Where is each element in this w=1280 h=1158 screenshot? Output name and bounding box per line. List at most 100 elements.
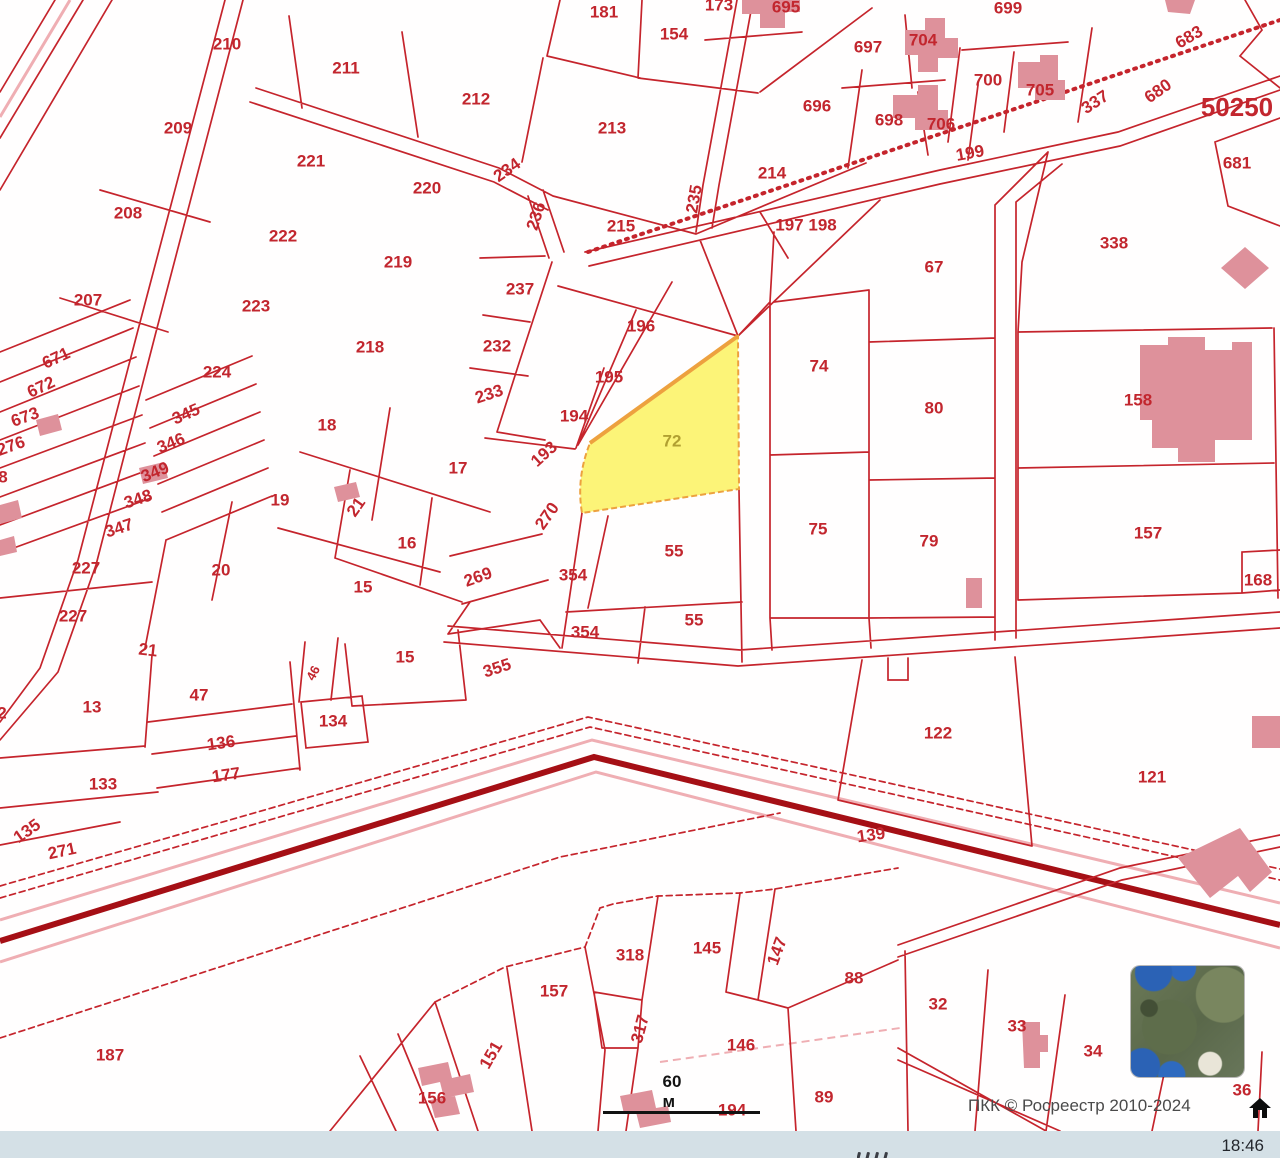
- parcel-label-46[interactable]: 46: [303, 663, 323, 683]
- parcel-label-89[interactable]: 89: [815, 1089, 834, 1106]
- parcel-label-347[interactable]: 347: [103, 515, 136, 542]
- parcel-label-211[interactable]: 211: [332, 60, 359, 77]
- parcel-label-705[interactable]: 705: [1026, 82, 1054, 99]
- parcel-label-697[interactable]: 697: [854, 39, 882, 56]
- parcel-label-345[interactable]: 345: [169, 400, 203, 429]
- parcel-label-672[interactable]: 672: [24, 372, 58, 401]
- parcel-label-209[interactable]: 209: [164, 120, 192, 137]
- parcel-label-145[interactable]: 145: [693, 940, 721, 957]
- parcel-label-21[interactable]: 21: [138, 640, 159, 661]
- parcel-label-13[interactable]: 13: [83, 699, 102, 716]
- parcel-label-269[interactable]: 269: [461, 563, 494, 591]
- parcel-label-195[interactable]: 195: [595, 369, 623, 386]
- parcel-label-16[interactable]: 16: [398, 535, 417, 552]
- parcel-label-80[interactable]: 80: [925, 400, 944, 417]
- parcel-label-21[interactable]: 21: [343, 494, 369, 520]
- parcel-label-355[interactable]: 355: [481, 655, 514, 682]
- parcel-label-276[interactable]: 276: [0, 432, 28, 460]
- parcel-label-208[interactable]: 208: [114, 205, 142, 222]
- parcel-label-15[interactable]: 15: [396, 649, 415, 666]
- parcel-label-318[interactable]: 318: [616, 947, 644, 964]
- parcel-label-227[interactable]: 227: [59, 608, 87, 625]
- parcel-label-220[interactable]: 220: [413, 180, 441, 197]
- parcel-label-196[interactable]: 196: [627, 318, 655, 335]
- parcel-label-135[interactable]: 135: [10, 815, 44, 847]
- parcel-label-136[interactable]: 136: [206, 732, 237, 755]
- parcel-label-704[interactable]: 704: [909, 32, 937, 49]
- parcel-label-55[interactable]: 55: [685, 612, 704, 629]
- parcel-label-20[interactable]: 20: [212, 562, 231, 579]
- parcel-label-47[interactable]: 47: [190, 687, 209, 704]
- parcel-label-213[interactable]: 213: [598, 120, 626, 137]
- parcel-label-134[interactable]: 134: [319, 713, 347, 730]
- parcel-label-15[interactable]: 15: [354, 579, 373, 596]
- parcel-label-696[interactable]: 696: [803, 98, 831, 115]
- parcel-label-215[interactable]: 215: [607, 218, 635, 235]
- parcel-label-50250[interactable]: 50250: [1201, 94, 1273, 120]
- parcel-label-673[interactable]: 673: [8, 403, 41, 431]
- parcel-label-218[interactable]: 218: [356, 339, 384, 356]
- parcel-label-173[interactable]: 173: [705, 0, 733, 14]
- parcel-label-236[interactable]: 236: [523, 200, 550, 233]
- parcel-label-18[interactable]: 18: [318, 417, 337, 434]
- parcel-label-151[interactable]: 151: [476, 1038, 507, 1072]
- parcel-label-680[interactable]: 680: [1141, 75, 1175, 107]
- parcel-label-158[interactable]: 158: [1124, 392, 1152, 409]
- parcel-label-17[interactable]: 17: [449, 460, 468, 477]
- parcel-label-154[interactable]: 154: [660, 26, 688, 43]
- parcel-label-700[interactable]: 700: [974, 72, 1002, 89]
- parcel-label-223[interactable]: 223: [242, 298, 270, 315]
- parcel-label-8[interactable]: 8: [0, 469, 8, 486]
- parcel-label-348[interactable]: 348: [122, 486, 155, 513]
- cadastral-map[interactable]: 210 211 212 213 209 208 207 224 221 220 222 219 223 2…: [0, 0, 1280, 1158]
- parcel-label-683[interactable]: 683: [1172, 22, 1206, 53]
- parcel-label-237[interactable]: 237: [506, 281, 534, 298]
- parcel-label-207[interactable]: 207: [74, 292, 102, 309]
- parcel-label-2[interactable]: 2: [0, 705, 7, 722]
- parcel-label-227[interactable]: 227: [72, 560, 100, 577]
- parcel-label-146[interactable]: 146: [727, 1037, 755, 1054]
- parcel-label-79[interactable]: 79: [920, 533, 939, 550]
- parcel-label-121[interactable]: 121: [1138, 769, 1166, 786]
- parcel-label-338[interactable]: 338: [1100, 235, 1128, 252]
- parcel-label-210[interactable]: 210: [213, 36, 241, 53]
- parcel-label-212[interactable]: 212: [462, 91, 490, 108]
- parcel-label-706[interactable]: 706: [927, 116, 955, 133]
- parcel-label-72[interactable]: 72: [663, 433, 682, 450]
- parcel-label-354[interactable]: 354: [571, 624, 599, 641]
- parcel-label-671[interactable]: 671: [39, 343, 73, 372]
- parcel-label-67[interactable]: 67: [925, 259, 944, 276]
- parcel-label-233[interactable]: 233: [473, 381, 506, 408]
- parcel-label-695[interactable]: 695: [772, 0, 800, 16]
- parcel-label-197-198[interactable]: 197 198: [775, 217, 836, 234]
- parcel-label-222[interactable]: 222: [269, 228, 297, 245]
- parcel-label-19[interactable]: 19: [271, 492, 290, 509]
- parcel-label-156[interactable]: 156: [418, 1090, 446, 1107]
- parcel-label-193[interactable]: 193: [527, 437, 561, 470]
- parcel-label-219[interactable]: 219: [384, 254, 412, 271]
- parcel-label-168[interactable]: 168: [1244, 572, 1272, 589]
- parcel-label-194[interactable]: 194: [560, 408, 588, 425]
- parcel-label-270[interactable]: 270: [531, 499, 563, 533]
- parcel-label-337[interactable]: 337: [1078, 86, 1112, 117]
- parcel-label-36[interactable]: 36: [1233, 1082, 1252, 1099]
- parcel-label-187[interactable]: 187: [96, 1047, 124, 1064]
- parcel-label-181[interactable]: 181: [590, 4, 618, 21]
- parcel-label-194[interactable]: 194: [718, 1102, 746, 1119]
- parcel-label-214[interactable]: 214: [758, 165, 786, 182]
- parcel-label-681[interactable]: 681: [1223, 155, 1251, 172]
- parcel-label-32[interactable]: 32: [929, 996, 948, 1013]
- parcel-label-349[interactable]: 349: [138, 458, 171, 486]
- parcel-label-74[interactable]: 74: [810, 358, 829, 375]
- parcel-label-177[interactable]: 177: [211, 764, 242, 787]
- parcel-label-75[interactable]: 75: [809, 521, 828, 538]
- parcel-label-33[interactable]: 33: [1008, 1018, 1027, 1035]
- parcel-label-199[interactable]: 199: [954, 141, 985, 165]
- satellite-thumbnail[interactable]: [1131, 966, 1244, 1077]
- parcel-label-235[interactable]: 235: [682, 183, 706, 214]
- parcel-label-157[interactable]: 157: [540, 983, 568, 1000]
- parcel-label-34[interactable]: 34: [1084, 1043, 1103, 1060]
- parcel-label-354[interactable]: 354: [559, 567, 587, 584]
- parcel-label-157[interactable]: 157: [1134, 525, 1162, 542]
- parcel-label-88[interactable]: 88: [845, 970, 864, 987]
